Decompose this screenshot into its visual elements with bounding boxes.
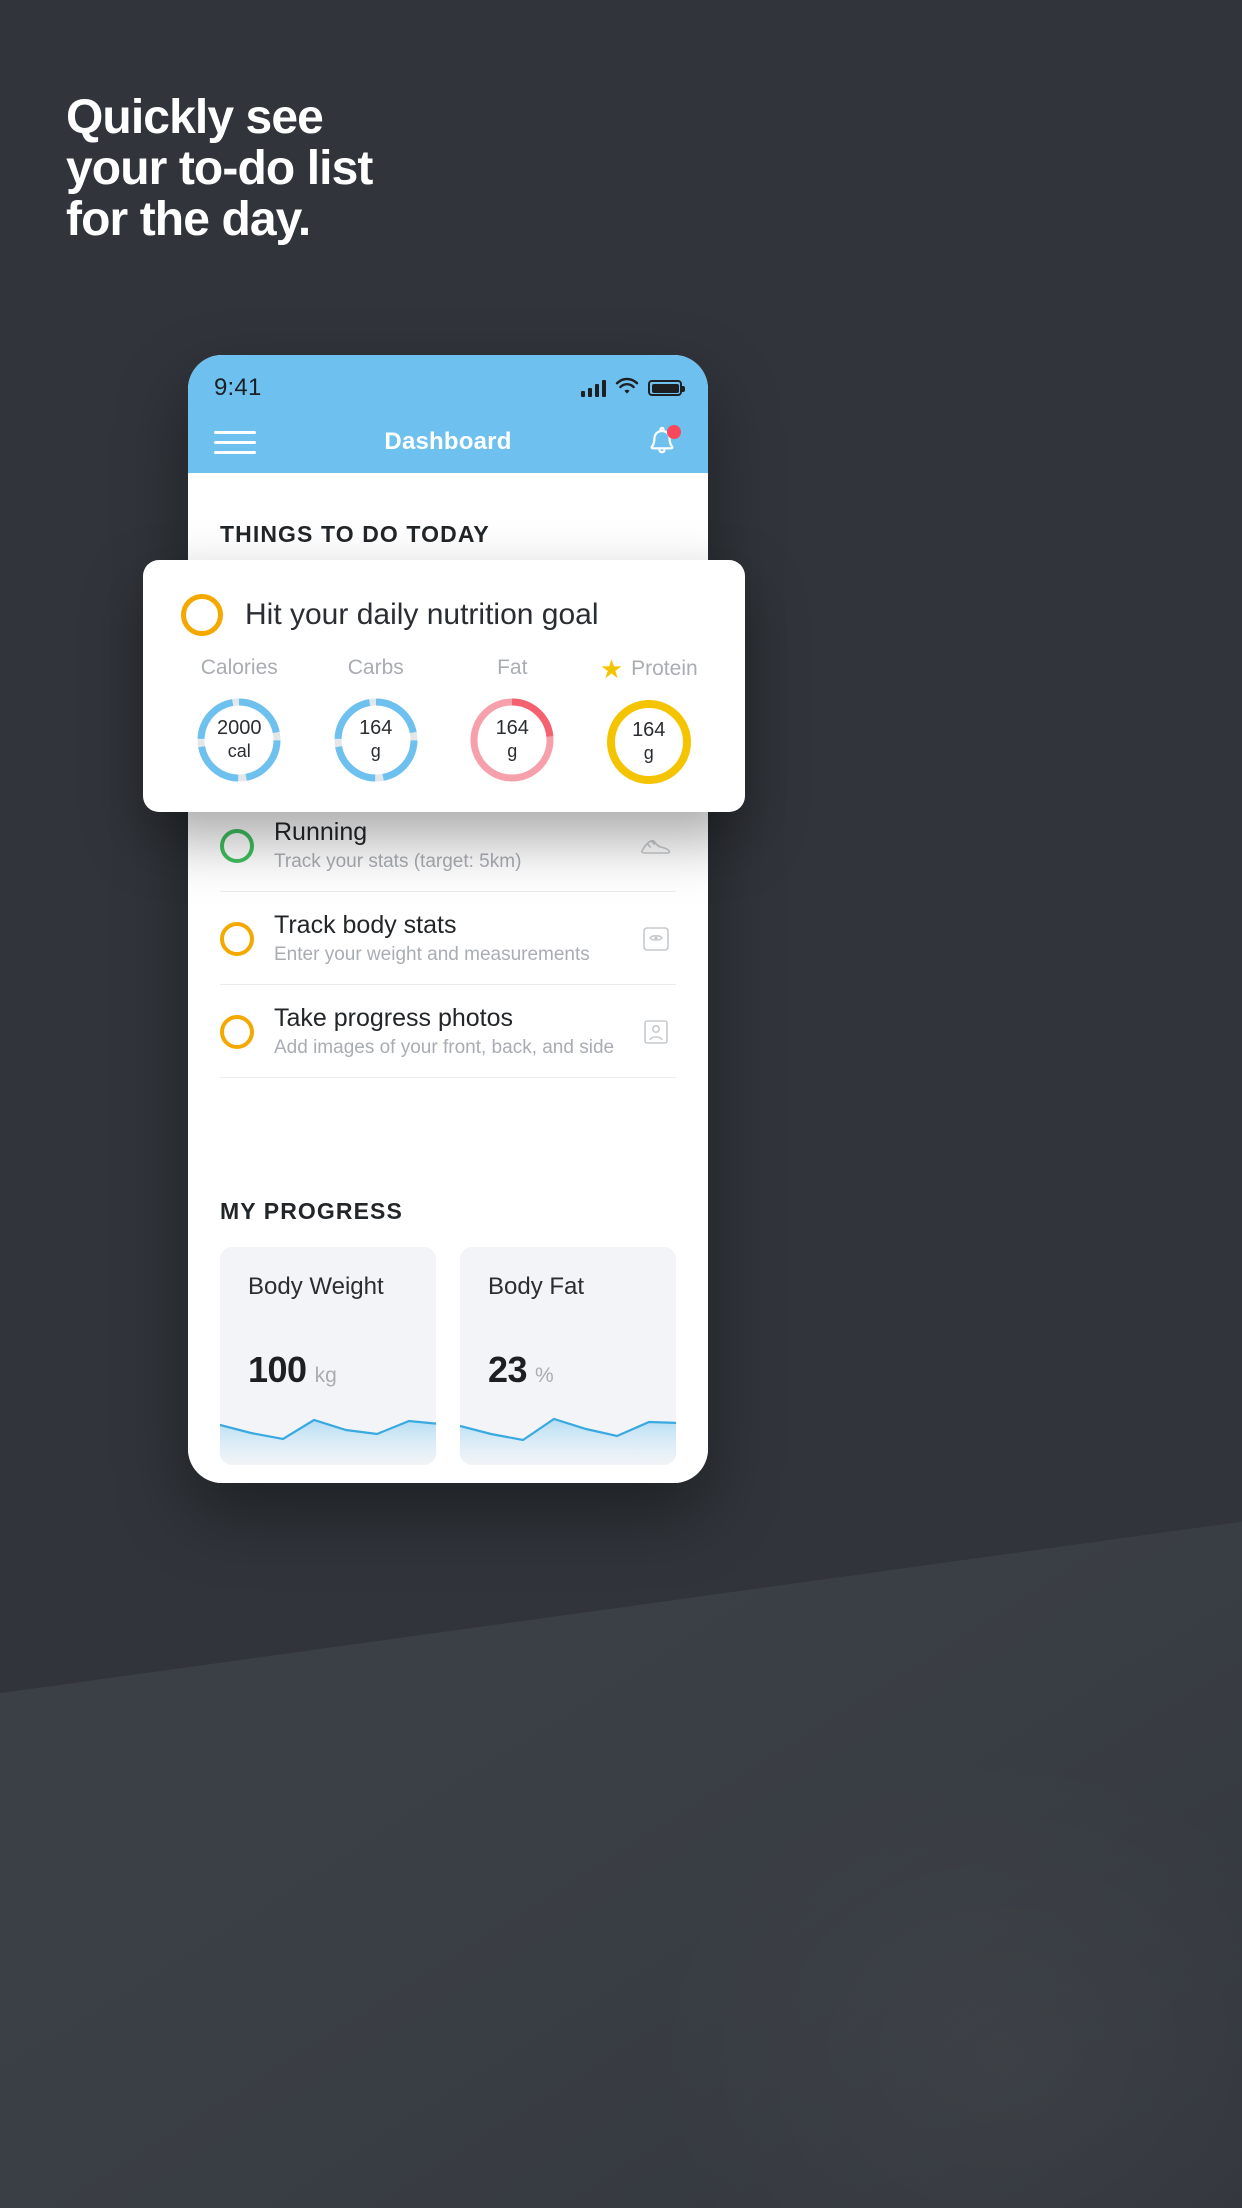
nutrition-goal-card[interactable]: Hit your daily nutrition goal Calories 2… — [143, 560, 745, 812]
headline-line-1: Quickly see — [66, 91, 324, 144]
body-weight-sparkline — [220, 1418, 436, 1465]
task-subtitle: Add images of your front, back, and side — [274, 1037, 615, 1058]
app-bar: Dashboard — [188, 411, 708, 473]
macro-unit: g — [370, 741, 381, 761]
task-text: Track body stats Enter your weight and m… — [274, 910, 616, 968]
running-shoe-icon — [636, 826, 676, 866]
macro-label-group: ★ Protein — [600, 656, 698, 682]
macro-label: Calories — [200, 656, 278, 679]
todo-section-title: THINGS TO DO TODAY — [220, 521, 490, 547]
task-title: Take progress photos — [274, 1004, 514, 1032]
notification-bell-icon[interactable] — [642, 422, 682, 462]
macro-label-group: Calories — [201, 656, 278, 680]
macro-ring: 164 g — [328, 692, 424, 788]
macro-unit: g — [643, 743, 654, 763]
macro-protein[interactable]: ★ Protein 164 g — [581, 656, 718, 790]
empty-check-circle-icon[interactable] — [181, 594, 223, 636]
status-clock: 9:41 — [214, 374, 262, 401]
macro-ring-row: Calories 2000 cal Carbs 164 g Fat 164 g … — [143, 636, 745, 790]
hamburger-menu-icon[interactable] — [214, 430, 256, 454]
progress-card-row: Body Weight 100 kg Body Fat 23 % — [188, 1247, 708, 1465]
macro-label-group: Carbs — [348, 656, 404, 680]
battery-icon — [648, 380, 685, 396]
macro-label-group: Fat — [497, 656, 527, 680]
macro-value-group: 164 g — [328, 692, 424, 788]
task-text: Running Track your stats (target: 5km) — [274, 817, 616, 875]
progress-card-body-weight[interactable]: Body Weight 100 kg — [220, 1247, 436, 1465]
nutrition-card-header: Hit your daily nutrition goal — [143, 594, 745, 636]
task-title: Track body stats — [274, 911, 457, 939]
check-circle-icon[interactable] — [220, 829, 254, 863]
task-title: Running — [274, 818, 368, 846]
headline-line-2: your to-do list — [66, 142, 373, 195]
macro-value-group: 164 g — [464, 692, 560, 788]
macro-carbs[interactable]: Carbs 164 g — [308, 656, 445, 790]
progress-card-label: Body Fat — [488, 1273, 585, 1300]
star-icon: ★ — [599, 654, 624, 684]
macro-value-group: 164 g — [601, 694, 697, 790]
notification-badge — [667, 425, 681, 439]
macro-value-group: 2000 cal — [191, 692, 287, 788]
photo-person-icon — [636, 1012, 676, 1052]
macro-value: 164 — [495, 717, 529, 739]
progress-card-value: 100 — [248, 1349, 307, 1390]
nutrition-card-title: Hit your daily nutrition goal — [245, 598, 599, 631]
check-circle-icon[interactable] — [220, 922, 254, 956]
progress-card-body-fat[interactable]: Body Fat 23 % — [460, 1247, 676, 1465]
list-item[interactable]: Track body stats Enter your weight and m… — [220, 892, 676, 985]
phone-mockup: 9:41 Dashboard THINGS TO DO TODAY Runnin… — [188, 355, 708, 1483]
list-item[interactable]: Take progress photos Add images of your … — [220, 985, 676, 1078]
weight-scale-icon — [636, 919, 676, 959]
progress-card-unit: kg — [314, 1364, 337, 1387]
cellular-signal-icon — [581, 379, 606, 397]
progress-section-title: MY PROGRESS — [220, 1198, 403, 1224]
page-title: Dashboard — [384, 428, 512, 455]
macro-unit: cal — [227, 741, 251, 761]
macro-value: 164 — [359, 717, 393, 739]
body-fat-sparkline — [460, 1417, 676, 1465]
macro-label: Protein — [631, 657, 698, 680]
task-text: Take progress photos Add images of your … — [274, 1003, 616, 1061]
progress-card-value: 23 — [488, 1349, 528, 1390]
macro-ring: 2000 cal — [191, 692, 287, 788]
status-bar: 9:41 — [188, 355, 708, 411]
macro-label: Fat — [497, 656, 528, 679]
headline-line-3: for the day. — [66, 193, 311, 246]
macro-ring: 164 g — [601, 694, 697, 790]
macro-unit: g — [507, 741, 518, 761]
task-subtitle: Track your stats (target: 5km) — [274, 851, 522, 872]
progress-card-unit: % — [535, 1364, 554, 1387]
macro-value: 2000 — [217, 717, 262, 739]
progress-card-value-group: 100 kg — [248, 1349, 337, 1391]
wifi-icon — [615, 377, 639, 400]
promo-headline: Quickly see your to-do list for the day. — [66, 91, 373, 246]
task-subtitle: Enter your weight and measurements — [274, 944, 590, 965]
macro-value: 164 — [632, 719, 666, 741]
check-circle-icon[interactable] — [220, 1015, 254, 1049]
progress-card-value-group: 23 % — [488, 1349, 554, 1391]
macro-calories[interactable]: Calories 2000 cal — [171, 656, 308, 790]
macro-fat[interactable]: Fat 164 g — [444, 656, 581, 790]
todo-list: Running Track your stats (target: 5km) T… — [188, 798, 708, 1078]
progress-card-label: Body Weight — [248, 1273, 384, 1300]
macro-ring: 164 g — [464, 692, 560, 788]
status-icon-group — [581, 377, 685, 400]
macro-label: Carbs — [347, 656, 404, 679]
list-item[interactable]: Running Track your stats (target: 5km) — [220, 798, 676, 892]
